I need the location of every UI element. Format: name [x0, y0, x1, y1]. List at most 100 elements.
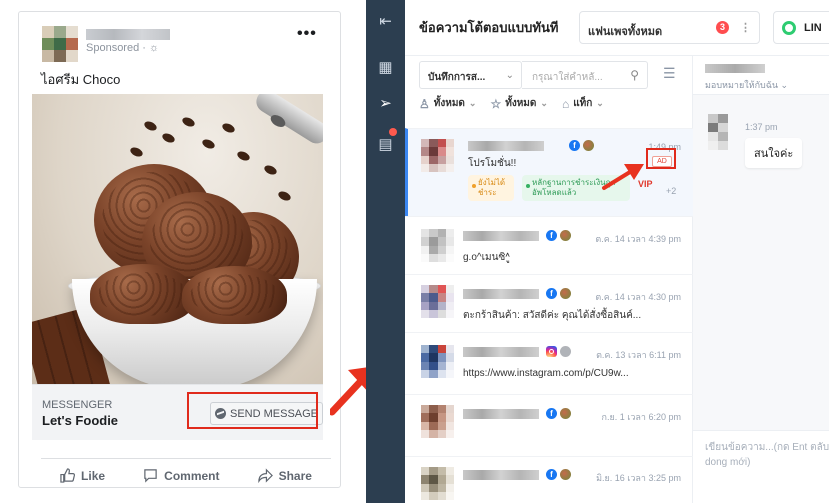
conversation-preview: https://www.instagram.com/p/CU9w... — [463, 368, 629, 379]
contact-name-blurred — [705, 64, 765, 73]
line-button[interactable]: LIN — [773, 11, 829, 44]
search-icon[interactable]: ⚲ — [630, 68, 639, 82]
coffee-bean — [142, 119, 159, 133]
message-bubble: สนใจค่ะ — [745, 138, 803, 168]
conversation-item[interactable]: f มิ.ย. 16 เวลา 3:25 pm — [405, 456, 693, 503]
page-icon — [560, 288, 571, 299]
like-label: Like — [81, 468, 106, 483]
facebook-icon: f — [546, 408, 557, 419]
divider — [41, 458, 331, 459]
unread-badge: 3 — [716, 21, 729, 34]
coffee-bean — [160, 131, 177, 145]
conversation-time: ต.ค. 14 เวลา 4:39 pm — [595, 234, 681, 244]
tag-unpaid[interactable]: ยังไม่ได้ชำระ — [468, 175, 514, 201]
page-icon — [583, 140, 594, 151]
red-arrow-icon — [602, 164, 644, 190]
collapse-icon[interactable]: ⇤ — [376, 12, 395, 31]
sender-avatar — [708, 114, 728, 150]
instagram-icon — [546, 346, 557, 357]
thread-header: มอบหมายให้กับฉัน ⌄ — [693, 56, 829, 95]
people-filter-label: ทั้งหมด — [433, 98, 465, 109]
coffee-bean — [128, 145, 145, 159]
coffee-bean — [200, 137, 217, 151]
avatar — [421, 345, 454, 378]
log-filter-select[interactable]: บันทึกการส... ⌄ — [419, 61, 522, 89]
more-tags[interactable]: +2 — [666, 186, 676, 196]
page-icon — [560, 408, 571, 419]
coffee-bean — [220, 121, 237, 135]
share-label: Share — [278, 468, 312, 483]
people-filter[interactable]: ♙ ทั้งหมด ⌄ — [419, 96, 476, 111]
avatar — [421, 139, 454, 172]
send-message-highlight — [187, 392, 318, 429]
post-caption: ไอศรีม Choco — [41, 72, 121, 87]
orders-icon[interactable]: ▤ — [376, 135, 395, 154]
star-filter[interactable]: ☆ ทั้งหมด ⌄ — [490, 96, 547, 111]
composer-placeholder: เขียนข้อความ...(กด Ent ตลับ dong mới) — [705, 442, 829, 468]
store-icon[interactable]: ▦ — [376, 58, 395, 77]
line-icon — [782, 21, 796, 35]
filter-chips: ♙ ทั้งหมด ⌄ ☆ ทั้งหมด ⌄ ⌂ แท็ก ⌄ — [419, 96, 689, 111]
line-button-label: LIN — [804, 22, 822, 34]
more-options-icon[interactable]: ••• — [297, 25, 317, 43]
contact-name-blurred — [463, 289, 539, 299]
conversation-item[interactable]: f ก.ย. 1 เวลา 6:20 pm — [405, 394, 693, 456]
comment-icon — [144, 469, 157, 483]
star-icon: ☆ — [490, 96, 502, 111]
ice-cream-photo[interactable] — [32, 94, 323, 384]
list-view-icon[interactable]: ☰ — [663, 65, 676, 82]
post-actions: Like Comment Share — [41, 468, 331, 483]
spoon-image-detail — [252, 94, 323, 148]
conversation-item[interactable]: ต.ค. 13 เวลา 6:11 pm https://www.instagr… — [405, 332, 693, 394]
conversation-thread: มอบหมายให้กับฉัน ⌄ 1:37 pm สนใจค่ะ เขียน… — [693, 56, 829, 503]
page-name-blurred[interactable] — [86, 29, 170, 40]
conversation-preview: ตะกร้าสินค้า: สวัสดีค่ะ คุณได้สั่งซื้อสิ… — [463, 310, 642, 321]
page-title: ข้อความโต้ตอบแบบทันที — [419, 20, 559, 35]
cta-title: Let's Foodie — [42, 413, 119, 428]
avatar — [421, 405, 454, 438]
conversation-preview: g.o^เมนซิ^ู — [463, 252, 510, 263]
ad-badge-highlight — [646, 148, 676, 169]
conversation-item[interactable]: f 1:49 pm โปรโมชั่น!! AD ยังไม่ได้ชำระ ห… — [405, 128, 693, 216]
chevron-down-icon: ⌄ — [540, 98, 548, 108]
facebook-icon: f — [546, 288, 557, 299]
like-button[interactable]: Like — [60, 468, 105, 483]
share-icon — [257, 468, 273, 483]
share-button[interactable]: Share — [257, 468, 312, 483]
conversation-time: มิ.ย. 16 เวลา 3:25 pm — [596, 473, 681, 483]
conversation-list: บันทึกการส... ⌄ กรุณาใส่คำหลั... ⚲ ☰ ♙ ทั… — [405, 56, 693, 503]
kebab-icon[interactable]: ⋮ — [740, 21, 751, 34]
message-composer[interactable]: เขียนข้อความ...(กด Ent ตลับ dong mới) — [693, 430, 829, 503]
ice-cream-scoop — [182, 266, 287, 324]
contact-name-blurred — [463, 347, 539, 357]
star-filter-label: ทั้งหมด — [505, 98, 537, 109]
tag-filter[interactable]: ⌂ แท็ก ⌄ — [562, 96, 604, 111]
avatar — [421, 229, 454, 262]
assign-label: มอบหมายให้กับฉัน — [705, 80, 779, 90]
chevron-down-icon: ⌄ — [468, 98, 477, 108]
page-avatar[interactable] — [42, 26, 78, 62]
contact-name-blurred — [463, 409, 539, 419]
chat-app: ⇤ ▦ ➢ ▤ ข้อความโต้ตอบแบบทันที แฟนเพจทั้ง… — [366, 0, 829, 503]
chevron-down-icon: ⌄ — [596, 98, 604, 108]
assign-to-me[interactable]: มอบหมายให้กับฉัน ⌄ — [705, 78, 788, 92]
conversation-time: ต.ค. 13 เวลา 6:11 pm — [596, 350, 681, 360]
coffee-bean — [235, 149, 252, 163]
send-icon[interactable]: ➢ — [376, 94, 395, 113]
person-icon: ♙ — [419, 96, 430, 111]
facebook-icon: f — [569, 140, 580, 151]
notification-dot — [389, 128, 397, 136]
like-icon — [60, 468, 76, 483]
avatar — [421, 285, 454, 318]
page-icon — [560, 346, 571, 357]
page-filter-select[interactable]: แฟนเพจทั้งหมด 3 ⋮ — [579, 11, 760, 44]
conversation-item[interactable]: f ต.ค. 14 เวลา 4:30 pm ตะกร้าสินค้า: สวั… — [405, 274, 693, 332]
page-icon — [560, 469, 571, 480]
screenshot-root: Sponsored · ☼ ••• ไอศรีม Choco MESSENGER… — [0, 0, 829, 503]
comment-button[interactable]: Comment — [143, 468, 220, 483]
log-filter-label: บันทึกการส... — [428, 72, 486, 83]
search-input[interactable]: กรุณาใส่คำหลั... ⚲ — [522, 61, 648, 89]
coffee-bean — [180, 115, 197, 129]
conversation-time: ก.ย. 1 เวลา 6:20 pm — [601, 412, 681, 422]
conversation-item[interactable]: f ต.ค. 14 เวลา 4:39 pm g.o^เมนซิ^ู — [405, 216, 693, 274]
